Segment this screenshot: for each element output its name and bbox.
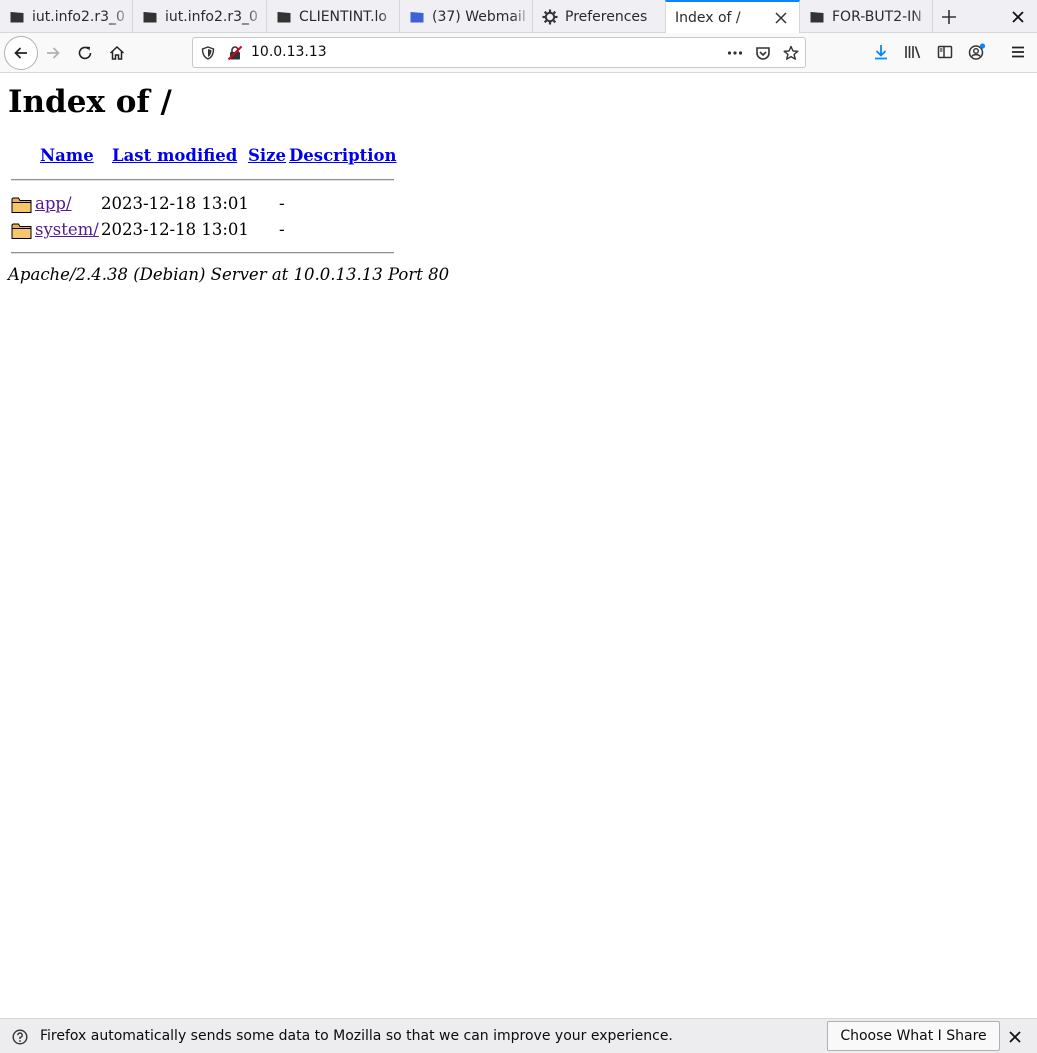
tab-title: FOR-BUT2-IN xyxy=(832,8,922,25)
bookmark-star-icon[interactable] xyxy=(783,45,799,61)
tab-webmail[interactable]: (37) Webmail xyxy=(400,0,533,33)
moodle-icon xyxy=(809,9,825,25)
column-header-name[interactable]: Name xyxy=(40,146,94,165)
tab-moodle-2[interactable]: iut.info2.r3_0 xyxy=(133,0,267,33)
last-modified-cell: 2023-12-18 13:01 xyxy=(101,220,249,239)
page-title: Index of / xyxy=(8,84,172,120)
page-content: Index of / Name Last modified Size Descr… xyxy=(0,74,1037,1018)
data-collection-notification-bar: Firefox automatically sends some data to… xyxy=(0,1018,1037,1053)
sidebar-button[interactable] xyxy=(934,41,956,63)
close-icon xyxy=(1012,11,1024,23)
table-divider xyxy=(11,252,394,254)
close-tab-icon[interactable] xyxy=(773,10,789,26)
gear-icon xyxy=(542,9,558,25)
moodle-icon xyxy=(276,9,292,25)
tab-index-of-active[interactable]: Index of / xyxy=(665,0,800,34)
tab-title: iut.info2.r3_0 xyxy=(32,8,125,25)
directory-link-app[interactable]: app/ xyxy=(35,194,72,213)
column-header-size[interactable]: Size xyxy=(248,146,286,165)
account-icon xyxy=(968,43,986,60)
url-bar[interactable]: 10.0.13.13 xyxy=(192,37,806,68)
tab-clientint[interactable]: CLIENTINT.lo xyxy=(267,0,400,33)
table-divider xyxy=(11,179,394,181)
tab-preferences[interactable]: Preferences xyxy=(533,0,666,33)
menu-button[interactable] xyxy=(1007,41,1029,63)
choose-what-i-share-button[interactable]: Choose What I Share xyxy=(827,1021,1000,1051)
page-actions-icon[interactable] xyxy=(727,45,743,61)
downloads-button[interactable] xyxy=(870,41,892,63)
forward-arrow-icon xyxy=(47,47,60,59)
home-button[interactable] xyxy=(102,38,132,68)
tab-strip: iut.info2.r3_0 iut.info2.r3_0 CLIENTINT.… xyxy=(0,0,1037,34)
size-cell: - xyxy=(279,220,285,239)
directory-link-system[interactable]: system/ xyxy=(35,220,99,239)
account-button[interactable] xyxy=(966,41,988,63)
size-cell: - xyxy=(279,194,285,213)
tab-title: Preferences xyxy=(565,8,648,25)
folder-icon xyxy=(11,222,32,240)
reload-button[interactable] xyxy=(70,38,100,68)
notification-message: Firefox automatically sends some data to… xyxy=(40,1028,673,1044)
plus-icon xyxy=(942,10,956,24)
tab-title: iut.info2.r3_0 xyxy=(165,8,258,25)
folder-icon xyxy=(11,196,32,214)
reload-icon xyxy=(78,46,92,60)
forward-button[interactable] xyxy=(38,38,68,68)
tab-title: Index of / xyxy=(675,10,741,26)
sidebar-icon xyxy=(937,45,953,59)
new-tab-button[interactable] xyxy=(937,5,961,29)
close-notification-icon[interactable] xyxy=(1006,1028,1024,1046)
webmail-icon xyxy=(409,9,425,25)
tab-moodle-1[interactable]: iut.info2.r3_0 xyxy=(0,0,133,33)
url-text: 10.0.13.13 xyxy=(251,44,327,60)
help-circle-icon xyxy=(11,1028,29,1046)
library-icon xyxy=(905,46,921,59)
last-modified-cell: 2023-12-18 13:01 xyxy=(101,194,249,213)
library-button[interactable] xyxy=(902,41,924,63)
server-signature: Apache/2.4.38 (Debian) Server at 10.0.13… xyxy=(8,265,450,284)
back-arrow-icon xyxy=(14,47,27,59)
moodle-icon xyxy=(142,9,158,25)
tracking-shield-icon[interactable] xyxy=(200,45,216,61)
moodle-icon xyxy=(9,9,25,25)
pocket-icon[interactable] xyxy=(755,45,771,61)
back-button[interactable] xyxy=(4,36,38,70)
column-header-description[interactable]: Description xyxy=(289,146,397,165)
column-header-last-modified[interactable]: Last modified xyxy=(112,146,237,165)
window-close-button[interactable] xyxy=(1008,7,1028,27)
tab-title: (37) Webmail xyxy=(432,8,526,25)
tab-title: CLIENTINT.lo xyxy=(299,8,387,25)
tab-for-but2[interactable]: FOR-BUT2-IN xyxy=(800,0,933,33)
download-arrow-icon xyxy=(875,45,887,60)
home-icon xyxy=(109,45,125,60)
insecure-lock-icon[interactable] xyxy=(227,45,243,61)
navigation-toolbar: 10.0.13.13 xyxy=(0,33,1037,73)
hamburger-menu-icon xyxy=(1012,46,1024,58)
